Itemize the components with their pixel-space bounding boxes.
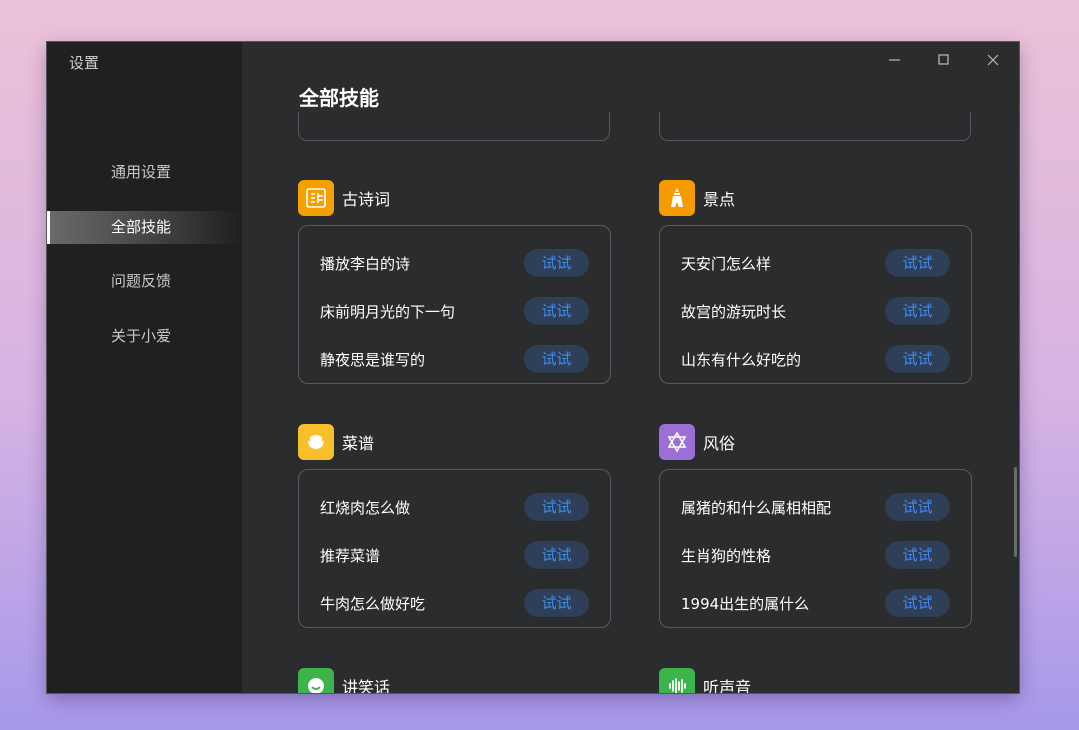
try-button[interactable]: 试试 — [885, 345, 950, 373]
landmark-icon — [659, 180, 695, 216]
try-button[interactable]: 试试 — [885, 589, 950, 617]
settings-window: 设置 通用设置 全部技能 问题反馈 关于小爱 全部技能 古诗词 播放李白的诗 试… — [47, 42, 1019, 693]
try-button[interactable]: 试试 — [885, 541, 950, 569]
category-title: 古诗词 — [342, 190, 391, 209]
example-phrase: 播放李白的诗 — [320, 254, 411, 273]
example-phrase: 静夜思是谁写的 — [320, 350, 426, 369]
list-item: 属猪的和什么属相相配 试试 — [681, 483, 950, 531]
scrollbar-thumb[interactable] — [1014, 467, 1017, 557]
try-button[interactable]: 试试 — [885, 249, 950, 277]
sidebar-item-about[interactable]: 关于小爱 — [47, 320, 242, 353]
category-header-poetry: 古诗词 — [298, 180, 390, 216]
list-item: 生肖狗的性格 试试 — [681, 531, 950, 579]
app-title: 设置 — [69, 54, 100, 72]
sidebar: 设置 通用设置 全部技能 问题反馈 关于小爱 — [47, 42, 242, 693]
maximize-button[interactable] — [929, 48, 959, 72]
skill-card-poetry: 播放李白的诗 试试 床前明月光的下一句 试试 静夜思是谁写的 试试 — [298, 225, 611, 384]
sidebar-item-all-skills[interactable]: 全部技能 — [47, 211, 242, 244]
try-button[interactable]: 试试 — [524, 297, 589, 325]
skill-card-recipes: 红烧肉怎么做 试试 推荐菜谱 试试 牛肉怎么做好吃 试试 — [298, 469, 611, 628]
example-phrase: 推荐菜谱 — [320, 546, 381, 565]
list-item: 山东有什么好吃的 试试 — [681, 335, 950, 383]
try-button[interactable]: 试试 — [524, 249, 589, 277]
example-phrase: 牛肉怎么做好吃 — [320, 594, 426, 613]
list-item: 天安门怎么样 试试 — [681, 239, 950, 287]
category-header-sounds: 听声音 — [659, 668, 751, 693]
list-item: 1994出生的属什么 试试 — [681, 579, 950, 627]
example-phrase: 红烧肉怎么做 — [320, 498, 411, 517]
category-title: 风俗 — [703, 434, 736, 453]
minimize-icon — [889, 59, 900, 61]
clipped-skill-card — [298, 112, 610, 141]
sidebar-item-general[interactable]: 通用设置 — [47, 156, 242, 189]
example-phrase: 生肖狗的性格 — [681, 546, 772, 565]
smile-icon — [298, 668, 334, 693]
list-item: 床前明月光的下一句 试试 — [320, 287, 589, 335]
try-button[interactable]: 试试 — [885, 297, 950, 325]
example-phrase: 属猪的和什么属相相配 — [681, 498, 832, 517]
try-button[interactable]: 试试 — [885, 493, 950, 521]
list-item: 故宫的游玩时长 试试 — [681, 287, 950, 335]
category-title: 菜谱 — [342, 434, 375, 453]
example-phrase: 1994出生的属什么 — [681, 594, 810, 613]
star-of-david-icon — [659, 424, 695, 460]
skill-card-customs: 属猪的和什么属相相配 试试 生肖狗的性格 试试 1994出生的属什么 试试 — [659, 469, 972, 628]
list-item: 播放李白的诗 试试 — [320, 239, 589, 287]
poetry-icon — [298, 180, 334, 216]
list-item: 红烧肉怎么做 试试 — [320, 483, 589, 531]
example-phrase: 山东有什么好吃的 — [681, 350, 802, 369]
minimize-button[interactable] — [880, 48, 910, 72]
rice-bowl-icon — [298, 424, 334, 460]
clipped-skill-card — [659, 112, 971, 141]
example-phrase: 床前明月光的下一句 — [320, 302, 456, 321]
example-phrase: 故宫的游玩时长 — [681, 302, 787, 321]
category-header-landmarks: 景点 — [659, 180, 735, 216]
maximize-icon — [938, 54, 949, 65]
category-header-recipes: 菜谱 — [298, 424, 374, 460]
sidebar-item-feedback[interactable]: 问题反馈 — [47, 265, 242, 298]
category-header-jokes: 讲笑话 — [298, 668, 390, 693]
list-item: 牛肉怎么做好吃 试试 — [320, 579, 589, 627]
example-phrase: 天安门怎么样 — [681, 254, 772, 273]
category-header-customs: 风俗 — [659, 424, 735, 460]
close-icon — [987, 54, 999, 66]
category-title: 讲笑话 — [342, 678, 391, 693]
list-item: 静夜思是谁写的 试试 — [320, 335, 589, 383]
skill-card-landmarks: 天安门怎么样 试试 故宫的游玩时长 试试 山东有什么好吃的 试试 — [659, 225, 972, 384]
category-title: 听声音 — [703, 678, 752, 693]
page-title: 全部技能 — [299, 86, 379, 110]
try-button[interactable]: 试试 — [524, 589, 589, 617]
try-button[interactable]: 试试 — [524, 493, 589, 521]
sound-wave-icon — [659, 668, 695, 693]
category-title: 景点 — [703, 190, 736, 209]
close-button[interactable] — [978, 48, 1008, 72]
try-button[interactable]: 试试 — [524, 345, 589, 373]
list-item: 推荐菜谱 试试 — [320, 531, 589, 579]
try-button[interactable]: 试试 — [524, 541, 589, 569]
